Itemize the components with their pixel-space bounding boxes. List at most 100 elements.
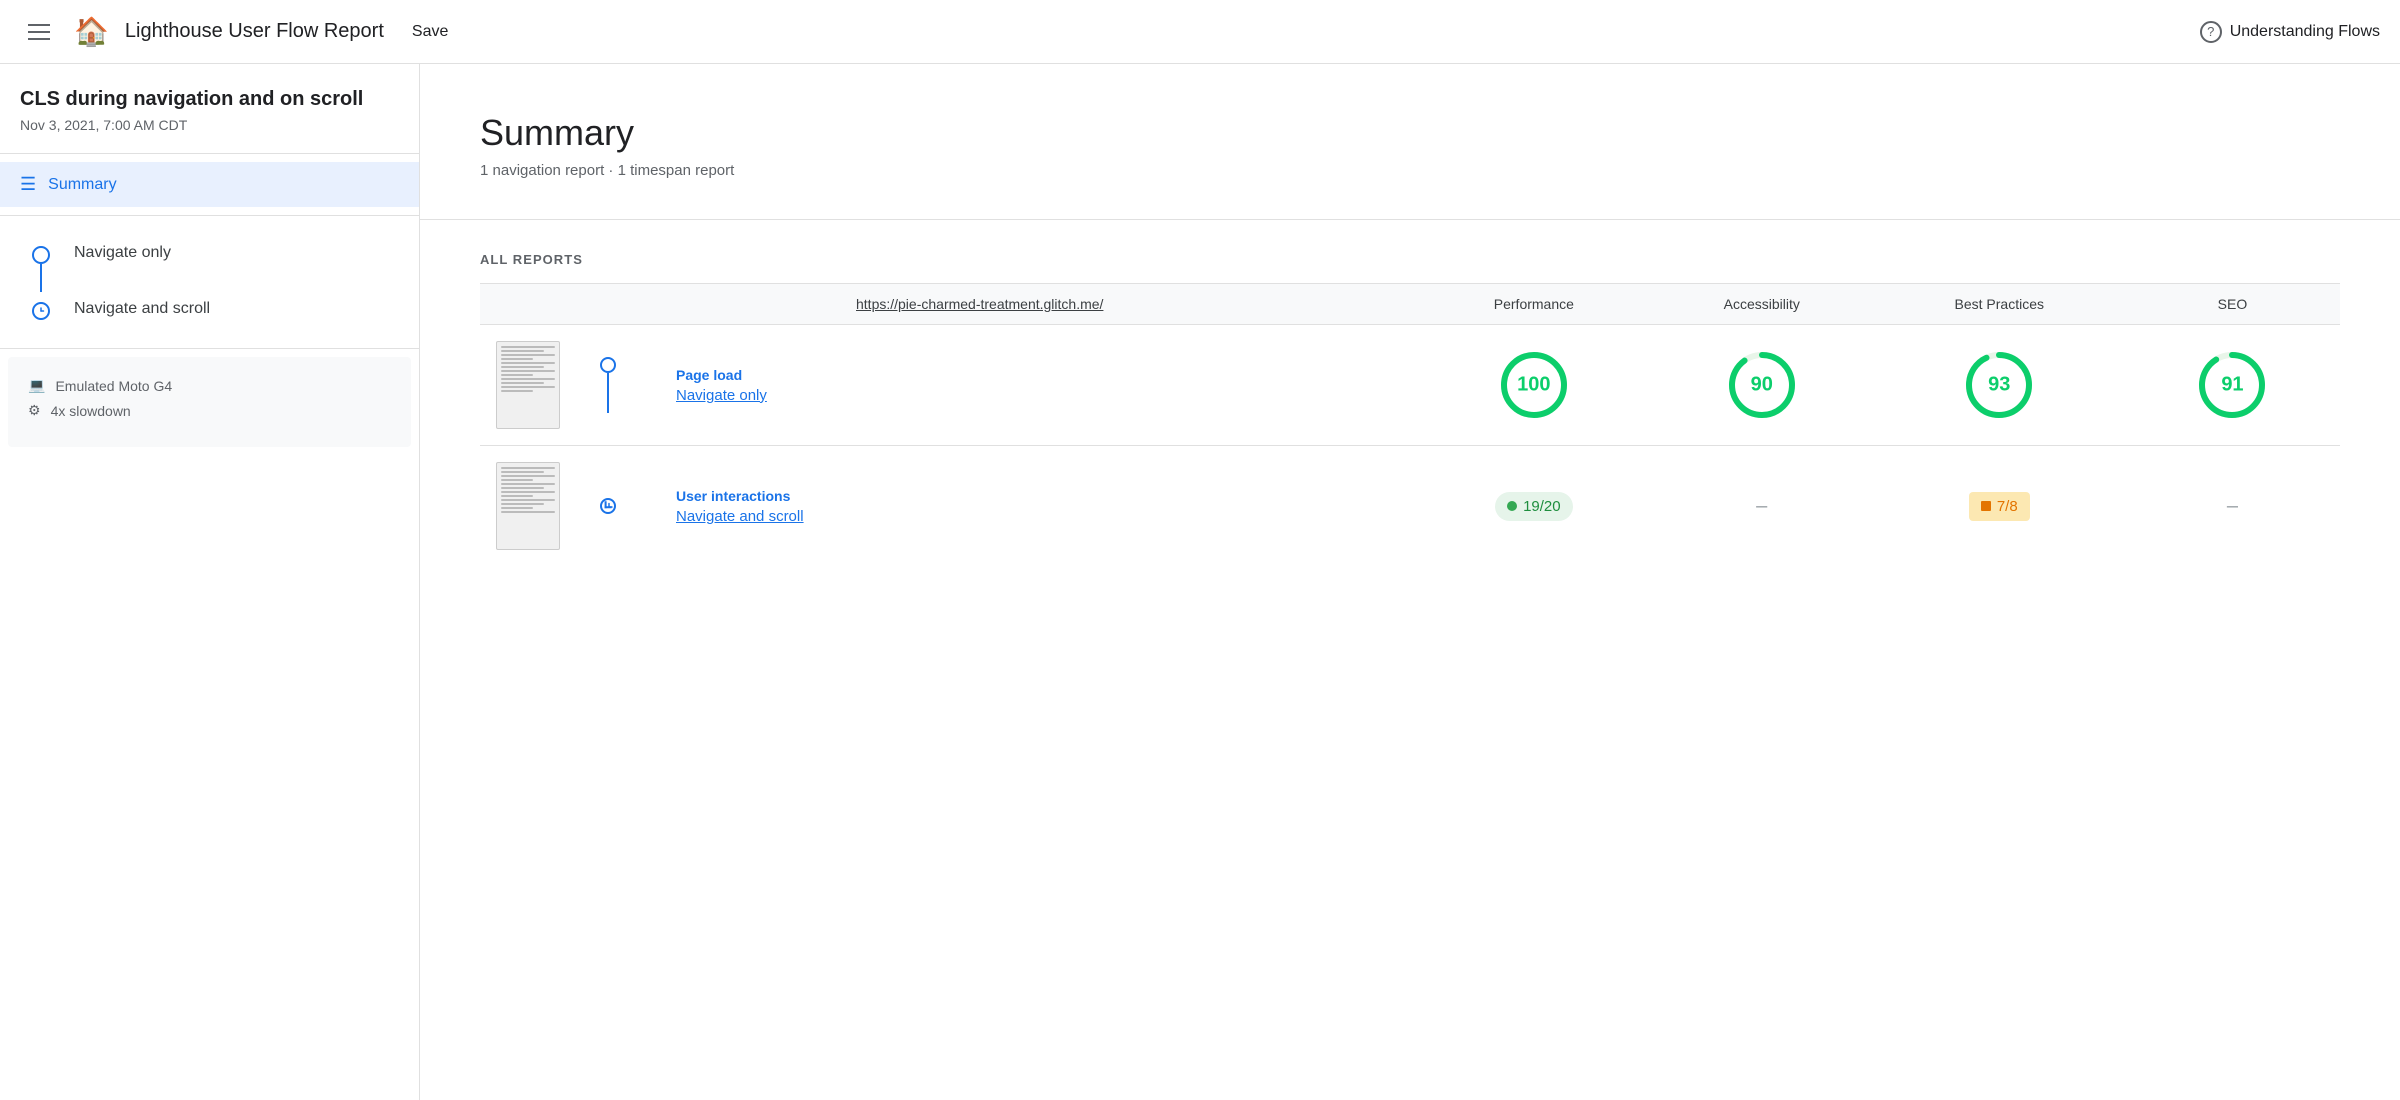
score-bp-2: 7/8: [1874, 446, 2125, 567]
score-accessibility-1: 90: [1650, 325, 1874, 446]
reports-header-row: https://pie-charmed-treatment.glitch.me/…: [480, 284, 2340, 325]
col-accessibility: Accessibility: [1650, 284, 1874, 325]
summary-heading: Summary: [480, 112, 2340, 154]
score-circle-accessibility: 90: [1666, 349, 1858, 421]
summary-sub: 1 navigation report · 1 timespan report: [480, 162, 2340, 179]
info-device-row: 💻 Emulated Moto G4: [28, 377, 391, 394]
score-pill-orange-label: 7/8: [1997, 498, 2018, 515]
save-button[interactable]: Save: [400, 17, 460, 47]
score-text-93: 93: [1988, 374, 2010, 397]
report-row-navigate-scroll: User interactions Navigate and scroll 19…: [480, 446, 2340, 567]
lighthouse-logo: 🏠: [74, 15, 109, 48]
orange-square: [1981, 501, 1991, 511]
thumbnail-cell-2: [480, 446, 576, 567]
score-pill-19-20: 19/20: [1495, 492, 1573, 521]
thumbnail-2: [496, 462, 560, 550]
reports-table: https://pie-charmed-treatment.glitch.me/…: [480, 283, 2340, 566]
score-100: 100: [1498, 349, 1570, 421]
score-seo-2: –: [2125, 446, 2340, 567]
slowdown-icon: ⚙: [28, 402, 41, 419]
score-circle-bp: 93: [1890, 349, 2109, 421]
project-date: Nov 3, 2021, 7:00 AM CDT: [20, 117, 399, 133]
score-bp-1: 93: [1874, 325, 2125, 446]
col-url: https://pie-charmed-treatment.glitch.me/: [840, 284, 1418, 325]
score-text-100: 100: [1517, 374, 1550, 397]
thumb-content: [497, 342, 559, 398]
flow-label-navigate-scroll: Navigate and scroll: [66, 300, 210, 318]
report-connector-1: [592, 357, 624, 413]
sidebar-flows: Navigate only Navigate and scroll: [0, 216, 419, 349]
clock-svg: [603, 501, 615, 513]
main-layout: CLS during navigation and on scroll Nov …: [0, 64, 2400, 1100]
connector-cell-2: [576, 446, 640, 567]
flow-label-navigate-only: Navigate only: [66, 244, 171, 262]
all-reports-label: ALL REPORTS: [480, 252, 2340, 267]
report-info-2: User interactions Navigate and scroll: [656, 488, 824, 525]
content-area: Summary 1 navigation report · 1 timespan…: [420, 64, 2400, 1100]
header-title: Lighthouse User Flow Report: [125, 20, 384, 43]
score-text-90: 90: [1751, 374, 1773, 397]
col-performance: Performance: [1418, 284, 1650, 325]
dash-2: –: [2227, 495, 2238, 517]
score-circle-seo: 91: [2141, 349, 2324, 421]
flow-dot-clock: [32, 302, 50, 320]
hamburger-menu[interactable]: [20, 16, 58, 48]
col-thumbnail: [480, 284, 576, 325]
sidebar-nav: ☰ Summary: [0, 154, 419, 216]
thumbnail-1: [496, 341, 560, 429]
score-text-91: 91: [2221, 374, 2243, 397]
url-spacer-2: [840, 446, 1418, 567]
understanding-flows-label: Understanding Flows: [2230, 23, 2380, 41]
thumbnail-cell-1: [480, 325, 576, 446]
summary-section: Summary 1 navigation report · 1 timespan…: [420, 64, 2400, 220]
report-info-cell-1: Page load Navigate only: [640, 325, 840, 446]
flow-connector-1: [32, 244, 50, 292]
report-name-2[interactable]: Navigate and scroll: [676, 508, 824, 525]
dash-1: –: [1756, 495, 1767, 517]
rc-clock: [600, 498, 616, 514]
score-accessibility-2: –: [1650, 446, 1874, 567]
score-seo-1: 91: [2125, 325, 2340, 446]
col-report-name: [640, 284, 840, 325]
flow-dot-circle: [32, 246, 50, 264]
project-title: CLS during navigation and on scroll: [20, 88, 399, 111]
score-91: 91: [2196, 349, 2268, 421]
thumb-content-2: [497, 463, 559, 519]
rc-circle: [600, 357, 616, 373]
info-slowdown-row: ⚙ 4x slowdown: [28, 402, 391, 419]
flow-connector-2: [32, 300, 50, 320]
list-icon: ☰: [20, 174, 36, 195]
url-spacer-1: [840, 325, 1418, 446]
report-type-2: User interactions: [676, 488, 824, 504]
score-performance-2: 19/20: [1418, 446, 1650, 567]
report-connector-2: [592, 498, 624, 514]
score-90: 90: [1726, 349, 1798, 421]
score-performance-1: 100: [1418, 325, 1650, 446]
all-reports-section: ALL REPORTS https://pie-charmed-treatmen…: [420, 220, 2400, 598]
report-name-1[interactable]: Navigate only: [676, 387, 824, 404]
sidebar-item-summary[interactable]: ☰ Summary: [0, 162, 419, 207]
clock-hands-icon: [36, 306, 46, 316]
sidebar: CLS during navigation and on scroll Nov …: [0, 64, 420, 1100]
score-circle-performance: 100: [1434, 349, 1634, 421]
flow-item-navigate-scroll[interactable]: Navigate and scroll: [0, 292, 419, 332]
report-row-navigate-only: Page load Navigate only: [480, 325, 2340, 446]
header-left: 🏠 Lighthouse User Flow Report Save: [20, 15, 460, 48]
sidebar-device-info: 💻 Emulated Moto G4 ⚙ 4x slowdown: [8, 357, 411, 447]
col-best-practices: Best Practices: [1874, 284, 2125, 325]
connector-cell-1: [576, 325, 640, 446]
understanding-flows-link[interactable]: ? Understanding Flows: [2200, 21, 2380, 43]
sidebar-project: CLS during navigation and on scroll Nov …: [0, 64, 419, 154]
col-connector: [576, 284, 640, 325]
question-icon: ?: [2200, 21, 2222, 43]
device-label: Emulated Moto G4: [55, 378, 172, 394]
rc-line: [607, 373, 610, 413]
green-dot: [1507, 501, 1517, 511]
flow-item-navigate-only[interactable]: Navigate only: [0, 232, 419, 292]
report-type-1: Page load: [676, 367, 824, 383]
score-pill-7-8: 7/8: [1969, 492, 2030, 521]
report-info-1: Page load Navigate only: [656, 367, 824, 404]
summary-label: Summary: [48, 176, 116, 194]
score-93: 93: [1963, 349, 2035, 421]
col-seo: SEO: [2125, 284, 2340, 325]
